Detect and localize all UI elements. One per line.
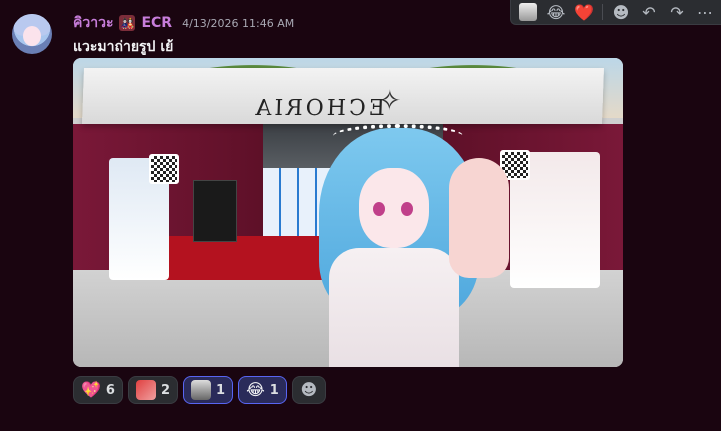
add-reaction-icon: ☻ xyxy=(300,380,318,399)
character-crown xyxy=(333,124,463,148)
reaction-count: 6 xyxy=(105,382,115,398)
laughing-emoji-button[interactable]: 😂 xyxy=(543,1,569,23)
reply-icon[interactable]: ↶ xyxy=(636,1,662,23)
booth-logo-icon: ✧ xyxy=(377,84,402,117)
booth-shelf xyxy=(193,180,237,242)
reaction-count: 2 xyxy=(160,382,171,398)
chat-message: คิวาวะ 🎎 ECR 4/13/2026 11:46 AM แวะมาถ่า… xyxy=(0,0,721,431)
character-eye-left xyxy=(373,202,385,216)
more-icon[interactable]: ⋯ xyxy=(692,1,718,23)
image-attachment[interactable]: ECHORIA ✧ xyxy=(73,58,623,367)
reaction-custom-emoji-2[interactable]: 1 xyxy=(183,376,234,404)
forward-icon[interactable]: ↷ xyxy=(664,1,690,23)
username[interactable]: คิวาวะ xyxy=(73,12,113,34)
qr-code-left xyxy=(149,154,179,184)
avatar-character xyxy=(309,124,509,367)
avatar-face xyxy=(23,26,41,46)
booth-sign-text: ECHORIA xyxy=(252,96,386,121)
custom-emoji-icon xyxy=(135,380,156,400)
reaction-custom-emoji-1[interactable]: 2 xyxy=(127,376,179,404)
laughing-emoji-icon: 😂 xyxy=(246,380,265,399)
message-header: คิวาวะ 🎎 ECR 4/13/2026 11:46 AM xyxy=(73,13,294,33)
add-reaction-icon[interactable]: ☻ xyxy=(608,1,634,23)
reaction-count: 1 xyxy=(216,382,226,398)
role-icon: 🎎 xyxy=(119,15,136,31)
custom-emoji-icon xyxy=(191,380,212,400)
reaction-bar: 💖 6 2 1 😂 1 ☻ xyxy=(73,376,326,404)
reaction-count: 1 xyxy=(269,382,279,398)
character-body xyxy=(329,248,459,367)
sparkling-heart-icon: 💖 xyxy=(81,380,101,399)
standee-right xyxy=(500,150,600,288)
reaction-laughing[interactable]: 😂 1 xyxy=(238,376,287,404)
custom-emoji-reaction-button[interactable] xyxy=(515,1,541,23)
reaction-sparkling-heart[interactable]: 💖 6 xyxy=(73,376,123,404)
custom-emoji-icon xyxy=(519,3,537,21)
message-hover-toolbar: 😂 ❤️ ☻ ↶ ↷ ⋯ xyxy=(510,0,721,25)
add-reaction-button[interactable]: ☻ xyxy=(291,376,326,404)
peace-sign-hand xyxy=(449,158,509,278)
standee-left xyxy=(109,154,179,280)
message-text: แวะมาถ่ายรูป เย้ xyxy=(73,39,174,55)
timestamp: 4/13/2026 11:46 AM xyxy=(182,16,295,30)
server-tag[interactable]: ECR xyxy=(141,15,172,31)
toolbar-divider xyxy=(602,4,603,20)
user-avatar[interactable] xyxy=(12,14,52,54)
heart-emoji-button[interactable]: ❤️ xyxy=(571,1,597,23)
booth-canopy-sign: ECHORIA ✧ xyxy=(82,68,604,124)
character-eye-right xyxy=(401,202,413,216)
character-face xyxy=(359,168,429,248)
